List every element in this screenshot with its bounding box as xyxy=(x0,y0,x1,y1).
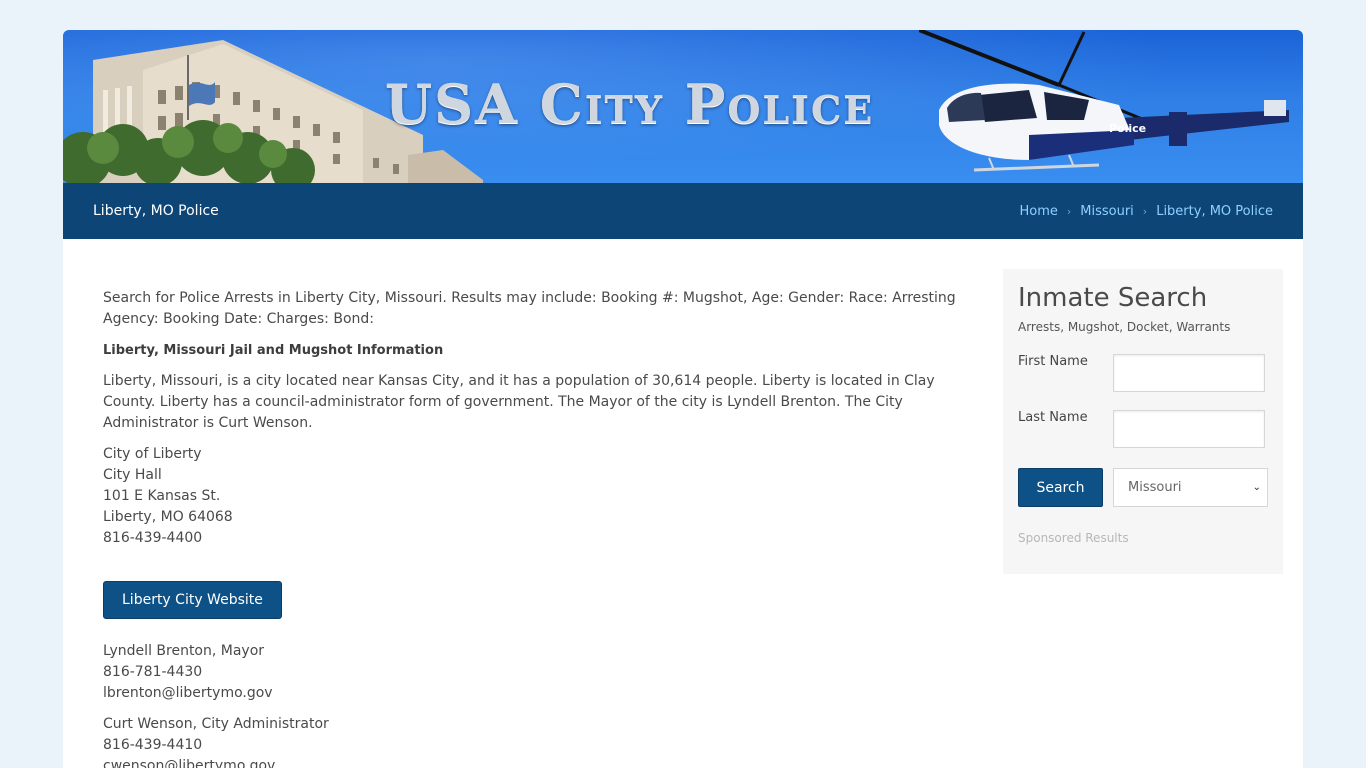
address-phone: 816-439-4400 xyxy=(103,530,203,546)
address-city-zip: Liberty, MO 64068 xyxy=(103,509,233,525)
inmate-search-title: Inmate Search xyxy=(1018,283,1208,313)
chevron-down-icon: ⌄ xyxy=(1252,482,1261,493)
first-name-label: First Name xyxy=(1018,354,1088,369)
chevron-right-icon: › xyxy=(1142,204,1148,218)
city-description: Liberty, Missouri, is a city located nea… xyxy=(103,373,935,431)
chevron-right-icon: › xyxy=(1066,204,1072,218)
page-title: Liberty, MO Police xyxy=(93,203,219,219)
search-row: Search Missouri ⌄ xyxy=(1018,468,1268,507)
last-name-label: Last Name xyxy=(1018,410,1088,425)
last-name-row: Last Name xyxy=(1018,410,1268,448)
contact-email[interactable]: lbrenton@libertymo.gov xyxy=(103,683,963,704)
city-website-button[interactable]: Liberty City Website xyxy=(103,581,282,619)
inmate-search-panel: Inmate Search Arrests, Mugshot, Docket, … xyxy=(1003,269,1283,574)
inmate-search-subtitle: Arrests, Mugshot, Docket, Warrants xyxy=(1018,320,1231,334)
city-address: City of Liberty City Hall 101 E Kansas S… xyxy=(103,444,963,549)
first-name-input[interactable] xyxy=(1113,354,1265,392)
sponsored-results-label: Sponsored Results xyxy=(1018,531,1129,545)
main-content: Search for Police Arrests in Liberty Cit… xyxy=(103,288,963,768)
section-heading: Liberty, Missouri Jail and Mugshot Infor… xyxy=(103,343,444,358)
breadcrumb-current-link[interactable]: Liberty, MO Police xyxy=(1156,204,1273,219)
address-org: City of Liberty xyxy=(103,446,202,462)
nav-bar: Liberty, MO Police Home › Missouri › Lib… xyxy=(63,183,1303,239)
contact-name: Lyndell Brenton, Mayor xyxy=(103,643,265,659)
intro-text: Search for Police Arrests in Liberty Cit… xyxy=(103,290,956,327)
state-select-value: Missouri xyxy=(1128,480,1182,495)
last-name-input[interactable] xyxy=(1113,410,1265,448)
contact-name: Curt Wenson, City Administrator xyxy=(103,716,329,732)
site-banner[interactable]: USA City Police Police xyxy=(63,30,1303,183)
first-name-row: First Name xyxy=(1018,354,1268,392)
contact-phone: 816-439-4410 xyxy=(103,737,203,753)
breadcrumb-home-link[interactable]: Home xyxy=(1019,204,1057,219)
search-button[interactable]: Search xyxy=(1018,468,1103,507)
contact-email[interactable]: cwenson@libertymo.gov xyxy=(103,756,963,768)
breadcrumb: Home › Missouri › Liberty, MO Police xyxy=(1019,204,1273,219)
contact-phone: 816-781-4430 xyxy=(103,664,203,680)
contact-mayor: Lyndell Brenton, Mayor 816-781-4430 lbre… xyxy=(103,641,963,704)
banner-title: USA City Police xyxy=(385,72,875,136)
helicopter-label: Police xyxy=(1109,122,1146,135)
breadcrumb-state-link[interactable]: Missouri xyxy=(1080,204,1134,219)
police-helicopter-image: Police xyxy=(919,30,1289,172)
contact-administrator: Curt Wenson, City Administrator 816-439-… xyxy=(103,714,963,768)
address-street: 101 E Kansas St. xyxy=(103,488,221,504)
state-select[interactable]: Missouri ⌄ xyxy=(1113,468,1268,507)
address-building: City Hall xyxy=(103,467,162,483)
